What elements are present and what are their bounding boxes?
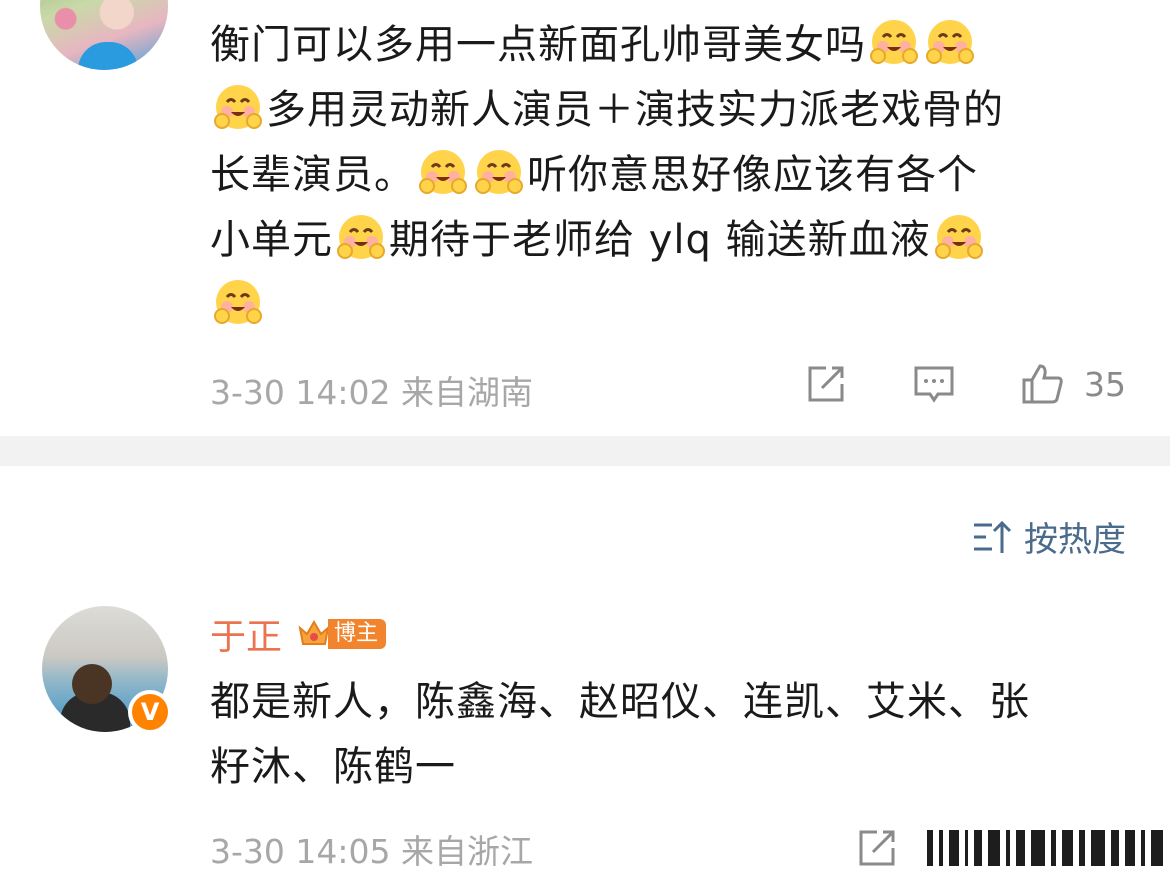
user-avatar[interactable] [40, 0, 168, 70]
smile-blush-emoji-icon [417, 146, 469, 198]
username[interactable]: 于正 [210, 608, 282, 660]
watermark [855, 820, 1165, 876]
username-row: 于正 博主 [210, 608, 387, 660]
comment-actions: 35 [740, 362, 1126, 406]
section-divider [0, 436, 1170, 466]
comment-text: 都是新人，陈鑫海、赵昭仪、连凯、艾米、张 籽沐、陈鹤一 [210, 679, 1030, 790]
host-badge: 博主 [296, 617, 387, 651]
sort-label: 按热度 [1024, 520, 1126, 560]
sort-by-hot-button[interactable]: 按热度 [972, 512, 1126, 561]
share-icon[interactable] [855, 826, 899, 870]
comment-text: 衡门可以多用一点新面孔帅哥美女吗 多用灵动新人演员＋演技实力派老戏骨的 长辈演员… [210, 13, 1120, 338]
sort-icon [974, 520, 1012, 553]
crown-icon [298, 620, 330, 645]
verified-badge: V [128, 690, 172, 734]
smile-blush-emoji-icon [212, 276, 264, 328]
like-count: 35 [1084, 364, 1126, 404]
smile-blush-emoji-icon [212, 81, 264, 133]
smile-blush-emoji-icon [473, 146, 525, 198]
user-avatar[interactable]: V [42, 606, 172, 734]
comment-item-top: 衡门可以多用一点新面孔帅哥美女吗 多用灵动新人演员＋演技实力派老戏骨的 长辈演员… [0, 0, 1170, 436]
comment-meta: 3-30 14:05 来自浙江 [210, 832, 533, 871]
share-icon[interactable] [804, 362, 848, 406]
smile-blush-emoji-icon [868, 16, 920, 68]
smile-blush-emoji-icon [924, 16, 976, 68]
smile-blush-emoji-icon [933, 211, 985, 263]
comment-icon[interactable] [912, 362, 956, 406]
smile-blush-emoji-icon [335, 211, 387, 263]
comment-meta: 3-30 14:02 来自湖南 [210, 373, 533, 412]
like-icon[interactable] [1020, 362, 1064, 406]
